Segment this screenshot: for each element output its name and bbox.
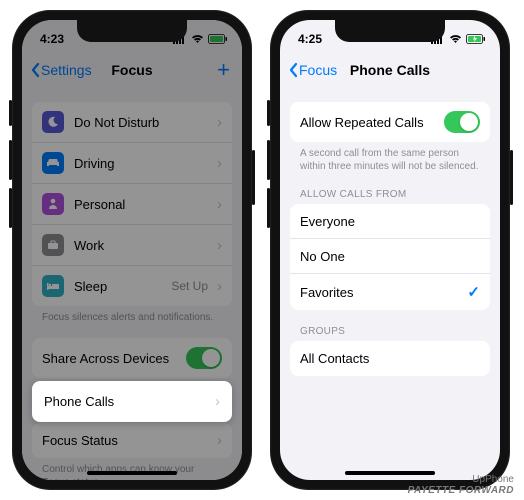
wifi-icon — [449, 34, 462, 44]
phone-calls-row[interactable]: Phone Calls › — [32, 381, 232, 422]
chevron-right-icon: › — [217, 155, 222, 172]
chevron-right-icon: › — [217, 432, 222, 449]
wifi-icon — [191, 34, 204, 44]
back-label: Settings — [41, 62, 92, 78]
phone-mockup-right: 4:25 Focus Phone Calls Allow Re — [270, 10, 510, 490]
option-label: No One — [300, 249, 345, 264]
battery-icon — [208, 34, 228, 44]
allow-repeated-toggle[interactable] — [444, 111, 480, 133]
watermark-line1: UpPhone — [408, 474, 514, 485]
focus-footer-note: Focus silences alerts and notifications. — [32, 306, 232, 324]
case-icon — [42, 234, 64, 256]
option-label: Everyone — [300, 214, 355, 229]
focus-status-row[interactable]: Focus Status › — [32, 423, 232, 458]
status-time: 4:25 — [298, 32, 322, 46]
groups-item-label: All Contacts — [300, 351, 369, 366]
option-label: Favorites — [300, 285, 353, 300]
allow-repeated-row[interactable]: Allow Repeated Calls — [290, 102, 490, 142]
chevron-right-icon: › — [217, 196, 222, 213]
allow-repeated-label: Allow Repeated Calls — [300, 115, 424, 130]
focus-status-group: Focus Status › — [32, 423, 232, 458]
share-group: Share Across Devices — [32, 338, 232, 378]
person-icon — [42, 193, 64, 215]
groups-list: All Contacts — [290, 341, 490, 376]
watermark-line2: PAYETTE FORWARD — [408, 485, 514, 496]
focus-mode-row[interactable]: Do Not Disturb › — [32, 102, 232, 143]
battery-charging-icon — [466, 34, 486, 44]
groups-header: Groups — [290, 310, 490, 341]
chevron-right-icon: › — [215, 393, 220, 410]
status-footer-note: Control which apps can know your Focus s… — [32, 458, 232, 480]
allow-from-option[interactable]: Favorites ✓ — [290, 274, 490, 310]
nav-bar: Settings Focus + — [22, 52, 242, 88]
focus-mode-row[interactable]: Personal › — [32, 184, 232, 225]
notch — [77, 20, 187, 42]
groups-item-row[interactable]: All Contacts — [290, 341, 490, 376]
chevron-right-icon: › — [217, 237, 222, 254]
add-button[interactable]: + — [217, 57, 234, 83]
allow-from-header: Allow Calls From — [290, 173, 490, 204]
back-label: Focus — [299, 62, 337, 78]
nav-bar: Focus Phone Calls — [280, 52, 500, 88]
chevron-left-icon — [288, 62, 298, 78]
repeated-footer-note: A second call from the same person withi… — [290, 142, 490, 173]
focus-status-label: Focus Status — [42, 433, 118, 448]
allow-from-option[interactable]: Everyone — [290, 204, 490, 239]
back-button[interactable]: Settings — [30, 62, 92, 78]
bed-icon — [42, 275, 64, 297]
watermark: UpPhone PAYETTE FORWARD — [408, 474, 514, 496]
focus-mode-label: Sleep — [74, 279, 107, 294]
focus-mode-row[interactable]: Sleep Set Up › — [32, 266, 232, 306]
focus-mode-detail: Set Up — [171, 279, 208, 293]
back-button[interactable]: Focus — [288, 62, 337, 78]
phone-mockup-left: 4:23 Settings Focus + Do Not Disturb›Dri… — [12, 10, 252, 490]
focus-modes-list: Do Not Disturb›Driving›Personal›Work›Sle… — [32, 102, 232, 306]
allow-from-option[interactable]: No One — [290, 239, 490, 274]
focus-mode-row[interactable]: Work › — [32, 225, 232, 266]
share-across-devices-row[interactable]: Share Across Devices — [32, 338, 232, 378]
chevron-right-icon: › — [217, 278, 222, 295]
focus-mode-label: Personal — [74, 197, 125, 212]
moon-icon — [42, 111, 64, 133]
chevron-right-icon: › — [217, 114, 222, 131]
focus-mode-label: Do Not Disturb — [74, 115, 159, 130]
notch — [335, 20, 445, 42]
phone-calls-label: Phone Calls — [44, 394, 114, 409]
car-icon — [42, 152, 64, 174]
share-toggle[interactable] — [186, 347, 222, 369]
focus-mode-label: Driving — [74, 156, 114, 171]
focus-mode-row[interactable]: Driving › — [32, 143, 232, 184]
home-indicator[interactable] — [87, 471, 177, 475]
allow-repeated-group: Allow Repeated Calls — [290, 102, 490, 142]
status-time: 4:23 — [40, 32, 64, 46]
checkmark-icon: ✓ — [467, 283, 480, 301]
focus-mode-label: Work — [74, 238, 104, 253]
allow-from-list: Everyone No One Favorites ✓ — [290, 204, 490, 310]
share-label: Share Across Devices — [42, 351, 169, 366]
chevron-left-icon — [30, 62, 40, 78]
